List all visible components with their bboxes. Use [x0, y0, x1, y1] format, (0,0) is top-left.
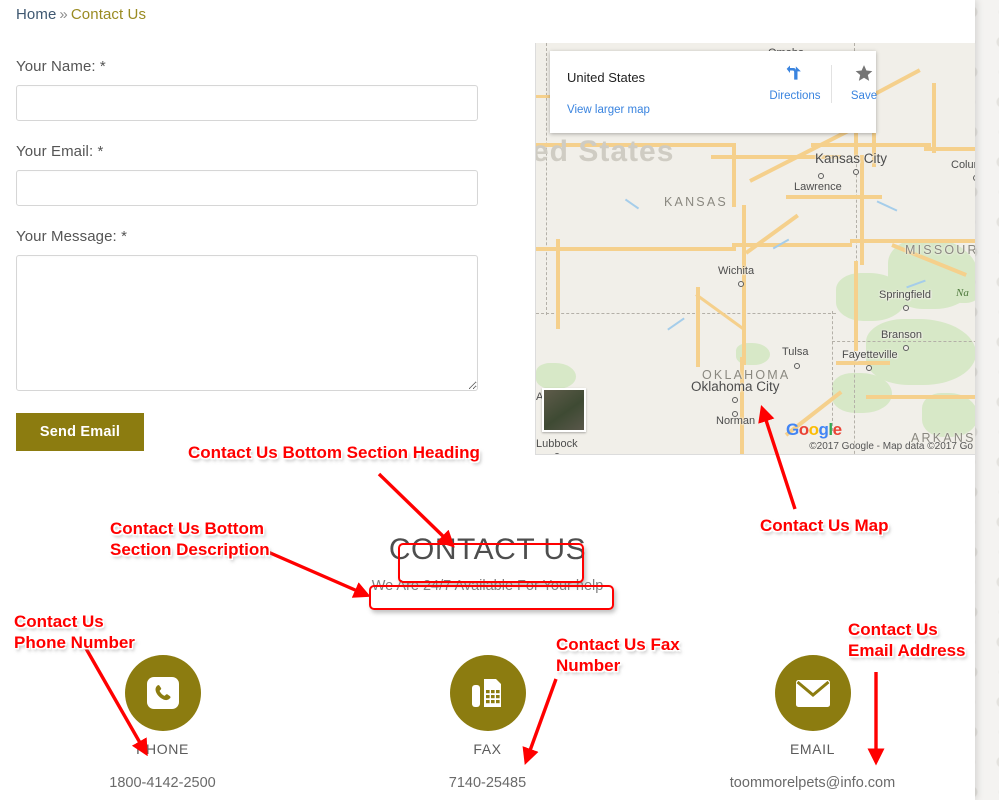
map-park-label: Na [956, 287, 969, 299]
map-attribution: ©2017 Google - Map data ©2017 Go [809, 441, 973, 452]
map-city-dot [732, 397, 738, 403]
name-field-block: Your Name: * [16, 58, 478, 121]
map-road [836, 361, 890, 365]
map-state-border [536, 313, 836, 314]
map-city-dot [903, 305, 909, 311]
message-field-block: Your Message: * [16, 228, 478, 391]
map-directions-label: Directions [769, 90, 821, 102]
contact-us-map[interactable]: ed States Omaha Kansas City Lawrence Col… [535, 43, 975, 455]
name-label: Your Name: * [16, 58, 106, 75]
fax-icon-circle [449, 655, 526, 731]
map-place-title: United States [567, 70, 646, 85]
map-city-label: Lubbock [536, 438, 578, 450]
map-city-label: Lawrence [794, 181, 842, 193]
map-city-label: Springfield [879, 289, 931, 301]
email-input[interactable] [16, 170, 478, 206]
contact-us-fax-number[interactable]: 7140-25485 [325, 775, 650, 791]
map-city-dot [794, 363, 800, 369]
phone-icon-circle [124, 655, 201, 731]
map-city-dot [738, 281, 744, 287]
map-water [876, 200, 898, 212]
name-input[interactable] [16, 85, 478, 121]
email-icon [795, 680, 830, 712]
map-city-label: Columbia [951, 159, 975, 171]
contact-item-fax: FAX 7140-25485 [325, 655, 650, 791]
map-city-label: Norman [716, 415, 756, 427]
map-water [667, 317, 685, 331]
contact-us-bottom-section: CONTACT US We Are 24/7 Available For You… [0, 530, 975, 791]
map-road [786, 195, 882, 199]
map-city-label: Kansas City [815, 151, 888, 166]
contact-item-email: EMAIL toommorelpets@info.com [650, 655, 975, 791]
map-city-label: Branson [881, 329, 922, 341]
contact-type-label: PHONE [136, 741, 189, 757]
map-state-border [832, 311, 833, 431]
map-city-label: Wichita [718, 265, 755, 277]
map-info-card: United States Directions Save View large… [550, 51, 877, 133]
page-content-sheet: Home» Contact Us Your Name: * Your Email:… [0, 0, 975, 800]
map-state-label: MISSOURI [905, 243, 975, 257]
email-icon-circle [774, 655, 851, 731]
map-card-divider [831, 65, 832, 103]
map-road [536, 247, 736, 251]
contact-form: Your Name: * Your Email: * Your Message:… [16, 58, 478, 451]
contact-us-email-address[interactable]: toommorelpets@info.com [650, 775, 975, 791]
contact-item-phone: PHONE 1800-4142-2500 [0, 655, 325, 791]
map-green-area [536, 363, 576, 389]
map-city-label: Tulsa [782, 346, 809, 358]
map-road [854, 261, 858, 351]
map-save-label: Save [850, 90, 878, 102]
map-city-dot [866, 365, 872, 371]
google-logo: Google [786, 420, 842, 439]
map-road [866, 395, 975, 399]
map-water [624, 198, 640, 210]
send-email-button[interactable]: Send Email [16, 413, 144, 451]
map-city-dot [973, 175, 975, 181]
map-city-dot [903, 345, 909, 351]
map-road [732, 147, 736, 207]
contact-us-bottom-section-heading: CONTACT US [388, 533, 587, 566]
directions-icon [786, 65, 801, 80]
view-larger-map-link[interactable]: View larger map [567, 104, 650, 116]
map-road [744, 213, 799, 255]
message-textarea[interactable] [16, 255, 478, 391]
breadcrumb-home-link[interactable]: Home [16, 6, 56, 23]
breadcrumb-current-page: Contact Us [70, 6, 147, 23]
phone-icon [146, 677, 179, 709]
map-directions-button[interactable]: Directions [764, 63, 826, 102]
contact-items-row: PHONE 1800-4142-2500 FAX 7140-25485 EMAI… [0, 655, 975, 791]
map-state-border [546, 43, 547, 315]
map-city-dot [818, 173, 824, 179]
map-city-dot [853, 169, 859, 175]
breadcrumb-separator: » [59, 6, 68, 23]
map-save-button[interactable]: Save [833, 63, 895, 102]
contact-us-phone-number[interactable]: 1800-4142-2500 [0, 775, 325, 791]
contact-type-label: FAX [473, 741, 502, 757]
map-city-label: Fayetteville [842, 349, 898, 361]
breadcrumb: Home» Contact Us [16, 6, 146, 24]
map-road [932, 83, 936, 153]
map-background-state-label: ed States [535, 135, 675, 168]
contact-us-bottom-section-description: We Are 24/7 Available For Your help [371, 578, 604, 594]
map-state-label: OKLAHOMA [702, 368, 791, 382]
contact-type-label: EMAIL [789, 741, 835, 757]
email-label: Your Email: * [16, 143, 104, 160]
map-road [556, 239, 560, 329]
map-canvas[interactable]: ed States Omaha Kansas City Lawrence Col… [536, 43, 975, 454]
email-field-block: Your Email: * [16, 143, 478, 206]
fax-icon [471, 678, 505, 715]
map-city-dot [554, 453, 560, 454]
star-icon [855, 65, 873, 81]
map-road [860, 155, 864, 265]
map-road [811, 143, 931, 147]
map-state-label: KANSAS [664, 195, 728, 209]
map-street-view-thumbnail[interactable] [542, 388, 586, 432]
message-label: Your Message: * [16, 228, 128, 245]
